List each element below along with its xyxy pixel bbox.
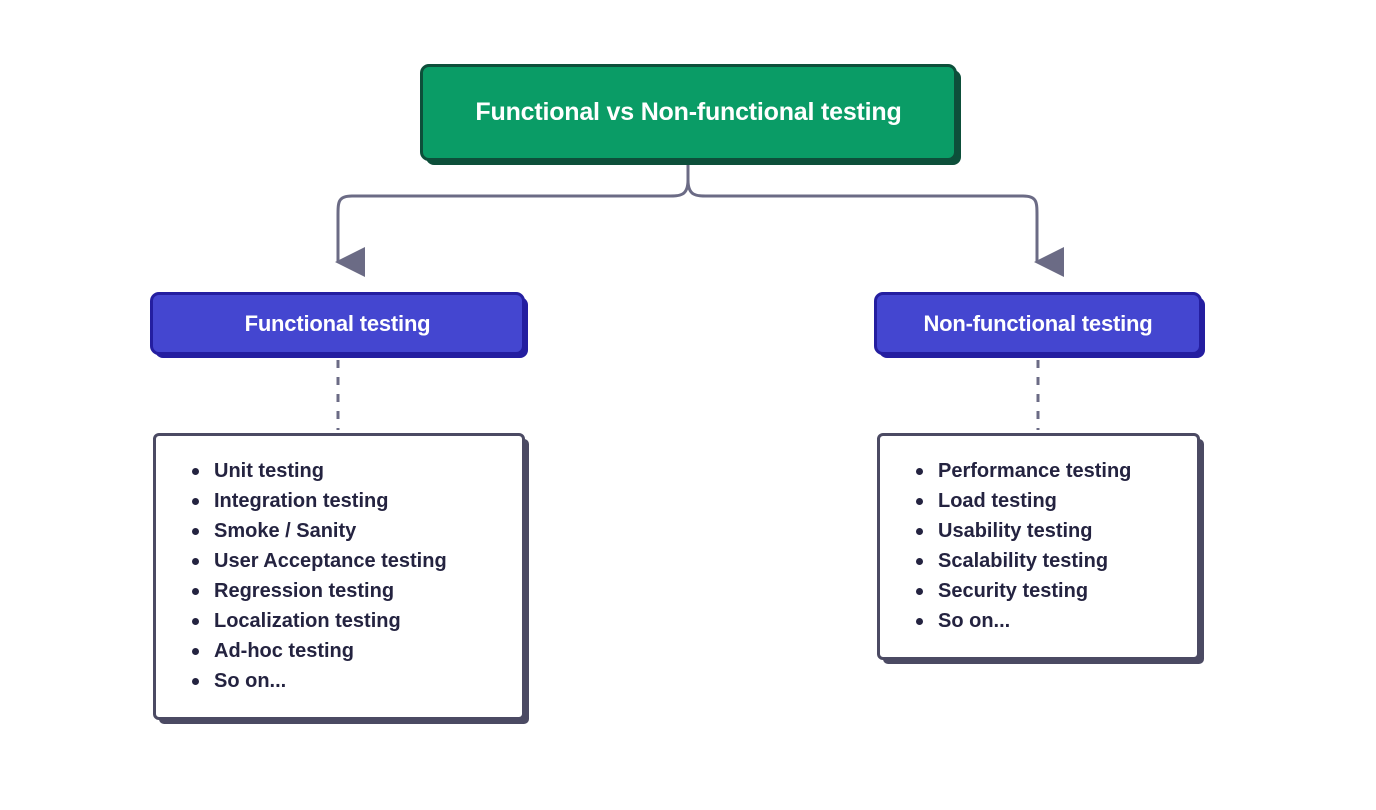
branch-node-label: Functional testing: [244, 310, 431, 336]
list-item: So on...: [912, 606, 1179, 636]
list-item: So on...: [188, 666, 504, 696]
connector-to-functional: [335, 179, 690, 277]
list-item: Integration testing: [188, 486, 504, 516]
list-item: Usability testing: [912, 516, 1179, 546]
list-box-non-functional-testing-types: Performance testing Load testing Usability…: [877, 433, 1200, 660]
diagram-canvas: Functional vs Non-functional testing Fun…: [0, 0, 1376, 810]
list-box-functional-testing-types: Unit testing Integration testing Smoke / S…: [153, 433, 525, 720]
list-item: Unit testing: [188, 456, 504, 486]
list-item: Load testing: [912, 486, 1179, 516]
branch-node-functional-testing[interactable]: Functional testing: [150, 292, 525, 355]
branch-node-label: Non-functional testing: [923, 310, 1153, 336]
list-item: Regression testing: [188, 576, 504, 606]
list-item: Scalability testing: [912, 546, 1179, 576]
connector-to-non-functional: [686, 179, 1064, 277]
root-node-functional-vs-non-functional[interactable]: Functional vs Non-functional testing: [420, 64, 957, 161]
branch-node-non-functional-testing[interactable]: Non-functional testing: [874, 292, 1202, 355]
list-item: Smoke / Sanity: [188, 516, 504, 546]
list-item: Performance testing: [912, 456, 1179, 486]
list-item: Security testing: [912, 576, 1179, 606]
list-item: User Acceptance testing: [188, 546, 504, 576]
root-node-label: Functional vs Non-functional testing: [475, 98, 902, 126]
list-item: Ad-hoc testing: [188, 636, 504, 666]
non-functional-testing-list: Performance testing Load testing Usability…: [912, 456, 1179, 636]
list-item: Localization testing: [188, 606, 504, 636]
functional-testing-list: Unit testing Integration testing Smoke / S…: [188, 456, 504, 696]
